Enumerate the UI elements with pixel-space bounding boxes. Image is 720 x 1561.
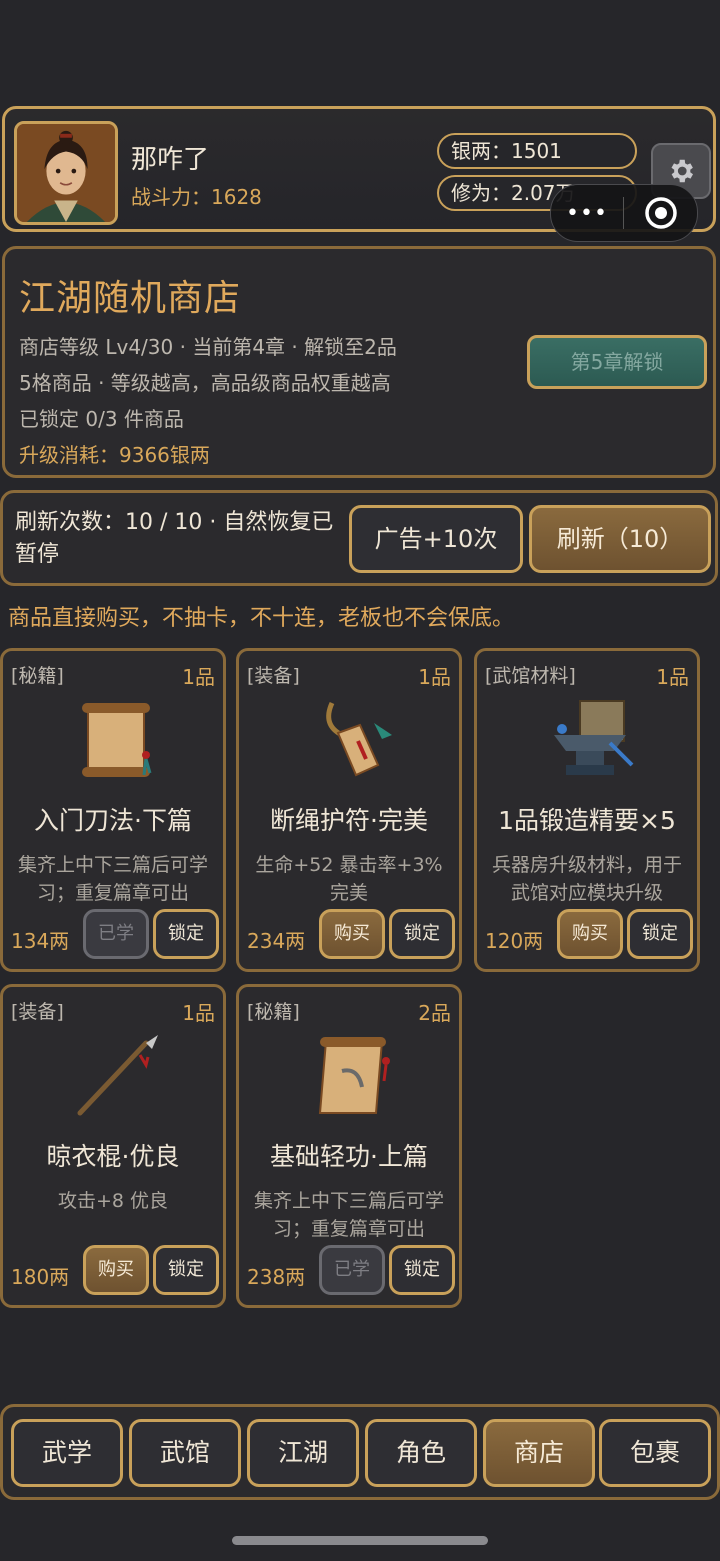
item-grade: 1品 (656, 665, 689, 689)
nav-jianghu[interactable]: 江湖 (247, 1419, 359, 1487)
nav-martial-arts[interactable]: 武学 (11, 1419, 123, 1487)
shop-info-panel: 江湖随机商店 商店等级 Lv4/30 · 当前第4章 · 解锁至2品 5格商品 … (2, 246, 716, 478)
item-description: 生命+52 暴击率+3% 完美 (255, 854, 443, 904)
player-avatar[interactable] (14, 121, 118, 225)
shop-item-card: [武馆材料] 1品 1品锻造精要×5 兵器房升级材料，用于武馆对应模块升级 12… (474, 648, 700, 972)
item-category: [武馆材料] (485, 665, 576, 687)
item-name: 基础轻功·上篇 (270, 1142, 428, 1171)
more-menu-icon[interactable]: ••• (551, 201, 623, 226)
item-grade: 2品 (418, 1001, 451, 1025)
shop-title: 江湖随机商店 (19, 278, 242, 319)
item-grade: 1品 (418, 665, 451, 689)
item-category: [装备] (11, 1001, 64, 1023)
item-description: 集齐上中下三篇后可学习；重复篇章可出 (253, 1190, 444, 1240)
gear-icon (671, 159, 693, 183)
item-description: 攻击+8 优良 (57, 1190, 169, 1212)
item-name: 断绳护符·完美 (270, 806, 428, 835)
scroll-icon (82, 703, 152, 777)
avatar-portrait-icon (17, 124, 115, 222)
miniprogram-capsule: ••• (550, 184, 698, 242)
shop-item-card: [装备] 1品 断绳护符·完美 生命+52 暴击率+3% 完美 234两 购买 … (236, 648, 462, 972)
item-price: 134两 (11, 929, 70, 953)
shop-locked-text: 已锁定 0/3 件商品 (19, 407, 184, 431)
lock-button[interactable]: 锁定 (153, 1245, 219, 1295)
item-description: 集齐上中下三篇后可学习；重复篇章可出 (17, 854, 208, 904)
nav-dojo[interactable]: 武馆 (129, 1419, 241, 1487)
refresh-button[interactable]: 刷新（10） (529, 505, 711, 573)
item-grade: 1品 (182, 665, 215, 689)
nav-inventory[interactable]: 包裹 (599, 1419, 711, 1487)
item-category: [装备] (247, 665, 300, 687)
lock-button[interactable]: 锁定 (153, 909, 219, 959)
buy-button[interactable]: 购买 (83, 1245, 149, 1295)
item-category: [秘籍] (247, 1001, 300, 1023)
shop-notice: 商品直接购买，不抽卡，不十连，老板也不会保底。 (8, 606, 515, 631)
shop-level-text: 商店等级 Lv4/30 · 当前第4章 · 解锁至2品 (19, 335, 397, 359)
shop-slots-text: 5格商品 · 等级越高，高品级商品权重越高 (19, 371, 391, 395)
buy-button[interactable]: 购买 (319, 909, 385, 959)
item-grade: 1品 (182, 1001, 215, 1025)
scroll-icon (318, 1037, 390, 1114)
item-name: 1品锻造精要×5 (498, 806, 676, 835)
shop-item-card: [秘籍] 1品 入门刀法·下篇 集齐上中下三篇后可学习；重复篇章可出 134两 … (0, 648, 226, 972)
amulet-icon (326, 701, 392, 777)
upgrade-cost-text: 升级消耗：9366银两 (19, 443, 210, 467)
shop-item-card: [装备] 1品 晾衣棍·优良 攻击+8 优良 180两 购买 锁定 (0, 984, 226, 1308)
buy-button[interactable]: 购买 (557, 909, 623, 959)
lock-button[interactable]: 锁定 (389, 1245, 455, 1295)
item-price: 238两 (247, 1265, 306, 1289)
item-price: 234两 (247, 929, 306, 953)
chapter-unlock-button[interactable]: 第5章解锁 (527, 335, 707, 389)
close-miniprogram-button[interactable] (624, 196, 697, 230)
silver-balance: 银两：1501 (437, 133, 637, 169)
item-price: 120两 (485, 929, 544, 953)
combat-power: 战斗力：1628 (131, 185, 262, 209)
lock-button[interactable]: 锁定 (627, 909, 693, 959)
bottom-nav: 武学 武馆 江湖 角色 商店 包裹 (0, 1404, 720, 1500)
item-name: 入门刀法·下篇 (34, 806, 192, 835)
nav-character[interactable]: 角色 (365, 1419, 477, 1487)
ad-refresh-button[interactable]: 广告+10次 (349, 505, 523, 573)
item-price: 180两 (11, 1265, 70, 1289)
shop-item-card: [秘籍] 2品 基础轻功·上篇 集齐上中下三篇后可学习；重复篇章可出 238两 … (236, 984, 462, 1308)
refresh-count-text: 刷新次数：10 / 10 · 自然恢复已暂停 (15, 510, 334, 567)
anvil-icon (554, 700, 634, 775)
spear-icon (77, 1035, 158, 1116)
refresh-panel: 刷新次数：10 / 10 · 自然恢复已暂停 广告+10次 刷新（10） (0, 490, 718, 586)
home-indicator[interactable] (232, 1536, 488, 1545)
lock-button[interactable]: 锁定 (389, 909, 455, 959)
item-description: 兵器房升级材料，用于武馆对应模块升级 (491, 854, 682, 904)
player-name: 那咋了 (131, 145, 210, 175)
learned-button: 已学 (83, 909, 149, 959)
item-name: 晾衣棍·优良 (46, 1142, 180, 1171)
target-icon (644, 197, 677, 229)
item-category: [秘籍] (11, 665, 64, 687)
learned-button: 已学 (319, 1245, 385, 1295)
nav-shop[interactable]: 商店 (483, 1419, 595, 1487)
